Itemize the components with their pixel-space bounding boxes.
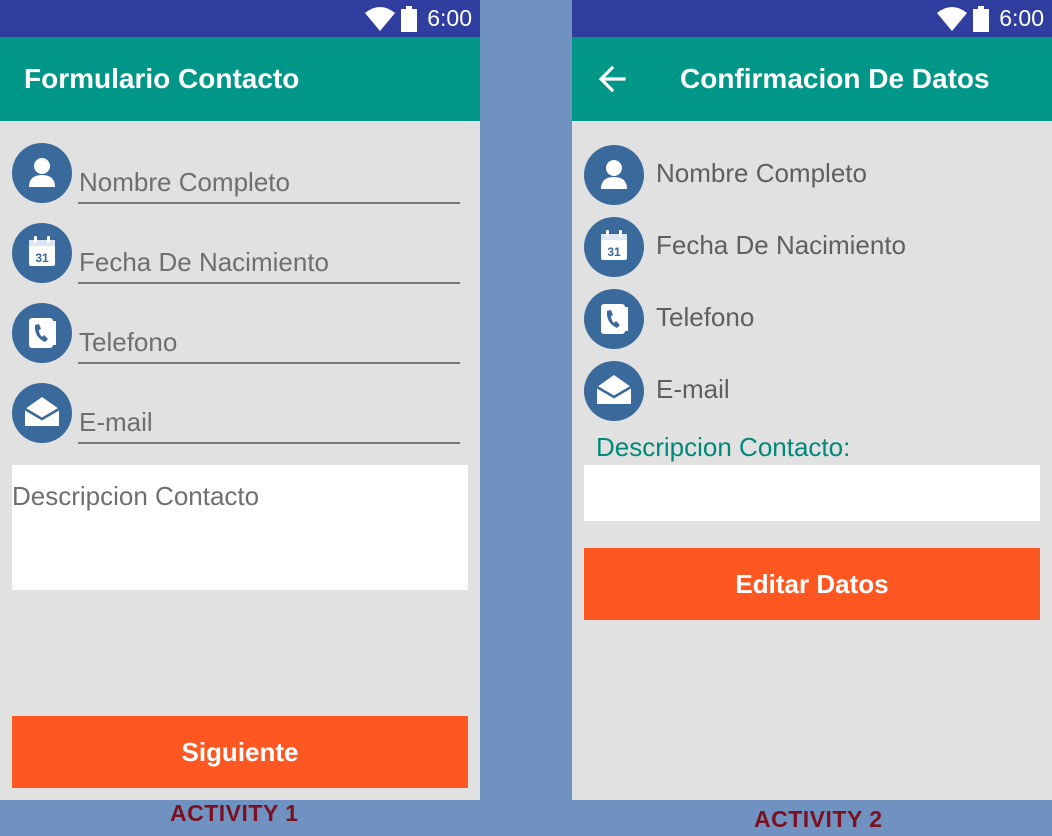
status-bar: 6:00 xyxy=(0,0,480,37)
phone-icon xyxy=(12,303,72,363)
calendar-icon: 31 xyxy=(584,217,644,277)
phone-icon xyxy=(584,289,644,349)
description-label: Descripcion Contacto: xyxy=(596,432,851,462)
email-icon xyxy=(12,383,72,443)
activity2-screen: 6:00 Confirmacion De Datos Nombre Comple… xyxy=(572,0,1052,800)
back-arrow-icon[interactable] xyxy=(594,61,634,97)
birthdate-field-placeholder: Fecha De Nacimiento xyxy=(79,247,329,277)
page-title: Confirmacion De Datos xyxy=(680,63,990,94)
app-bar: Confirmacion De Datos xyxy=(572,37,1052,121)
description-input[interactable]: Descripcion Contacto xyxy=(12,465,468,590)
name-label: Nombre Completo xyxy=(656,158,867,188)
email-field-placeholder: E-mail xyxy=(79,407,153,437)
phone-field[interactable]: Telefono xyxy=(78,318,460,364)
calendar-icon: 31 xyxy=(12,223,72,283)
wifi-icon xyxy=(365,6,396,31)
phone-label: Telefono xyxy=(656,302,755,332)
wifi-icon xyxy=(937,6,968,31)
name-field-placeholder: Nombre Completo xyxy=(79,167,290,197)
next-button[interactable]: Siguiente xyxy=(12,716,468,788)
page-title: Formulario Contacto xyxy=(24,63,300,94)
person-icon xyxy=(12,143,72,203)
app-bar: Formulario Contacto xyxy=(0,37,480,121)
battery-icon xyxy=(401,5,418,32)
status-time: 6:00 xyxy=(999,5,1044,31)
activity2-caption: ACTIVITY 2 xyxy=(754,806,883,832)
name-field[interactable]: Nombre Completo xyxy=(78,158,460,204)
battery-icon xyxy=(973,5,990,32)
email-label: E-mail xyxy=(656,374,730,404)
birthdate-field[interactable]: Fecha De Nacimiento xyxy=(78,238,460,284)
birthdate-label: Fecha De Nacimiento xyxy=(656,230,906,260)
phone-field-placeholder: Telefono xyxy=(79,327,178,357)
activity1-caption: ACTIVITY 1 xyxy=(170,800,299,826)
status-time: 6:00 xyxy=(427,5,472,31)
email-field[interactable]: E-mail xyxy=(78,398,460,444)
edit-data-button[interactable]: Editar Datos xyxy=(584,548,1040,620)
calendar-day-number: 31 xyxy=(607,245,621,259)
activity1-screen: 6:00 Formulario Contacto Nombre Completo… xyxy=(0,0,480,800)
description-value-box xyxy=(584,465,1040,521)
person-icon xyxy=(584,145,644,205)
email-icon xyxy=(584,361,644,421)
description-placeholder: Descripcion Contacto xyxy=(12,481,260,511)
calendar-day-number: 31 xyxy=(35,251,49,265)
status-bar: 6:00 xyxy=(572,0,1052,37)
